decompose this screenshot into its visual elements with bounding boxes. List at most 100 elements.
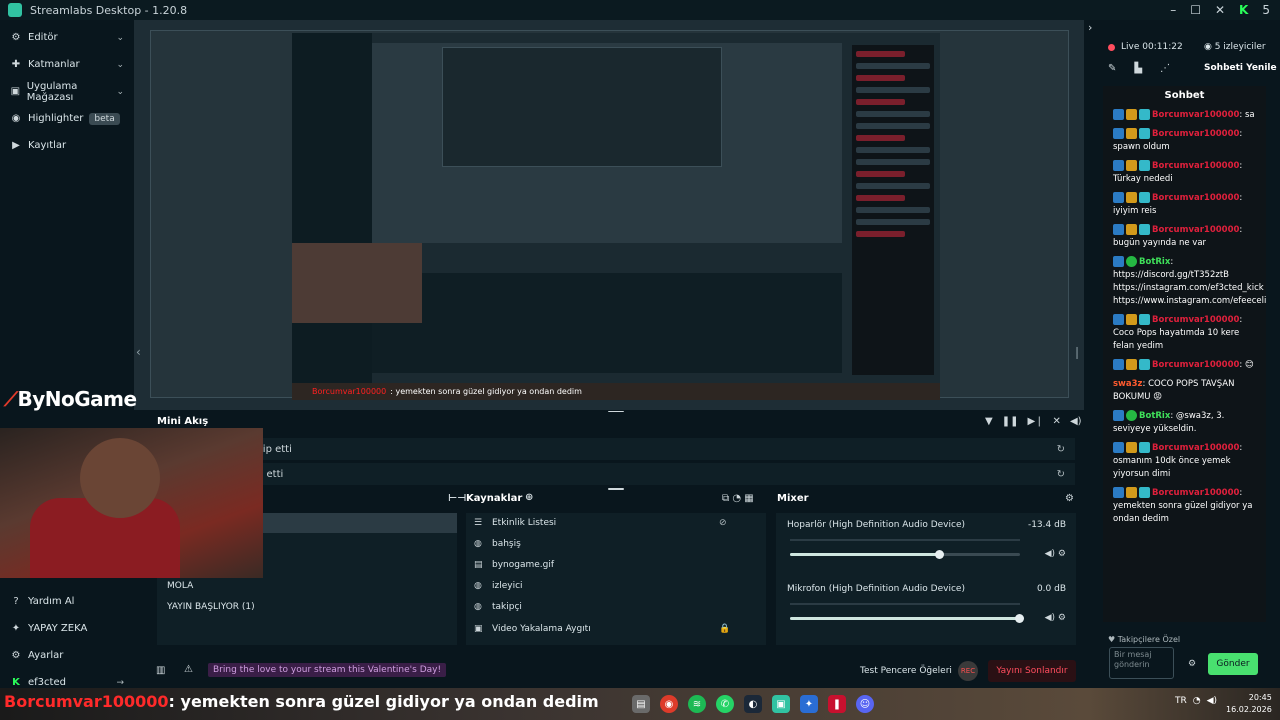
chat-username[interactable]: Borcumvar100000 xyxy=(1152,225,1239,235)
streamlabs-icon[interactable]: ▣ xyxy=(772,695,790,713)
chevron-down-icon[interactable]: ⌄ xyxy=(116,87,124,97)
source-item[interactable]: ▣ Video Yakalama Aygıtı 🔒 xyxy=(474,624,730,634)
chat-username[interactable]: BotRix xyxy=(1139,411,1170,421)
followers-only-label[interactable]: ♥ Takipçilere Özel xyxy=(1108,635,1180,644)
steam-icon[interactable]: ◐ xyxy=(744,695,762,713)
edit-icon[interactable]: ✎ xyxy=(1108,63,1116,74)
mute-speaker-icon[interactable]: ◀) ⚙ xyxy=(1045,549,1066,559)
source-item[interactable]: ◍ bahşiş xyxy=(474,539,521,549)
chat-username[interactable]: swa3z xyxy=(1113,379,1143,389)
chat-username[interactable]: Borcumvar100000 xyxy=(1152,488,1239,498)
collapse-left-icon[interactable]: ‹ xyxy=(136,345,141,359)
volume-icon[interactable]: ◀) xyxy=(1070,416,1082,427)
sidebar-item-app-store[interactable]: ▣ Uygulama Mağazası ⌄ xyxy=(0,78,134,105)
send-button[interactable]: Gönder xyxy=(1208,653,1258,675)
scene-transition-icon[interactable]: ⊢⊣ xyxy=(448,493,466,504)
replay-icon[interactable]: ↻ xyxy=(1057,444,1065,455)
nested-sidebar xyxy=(292,33,372,383)
sidebar-item-ai[interactable]: ✦ YAPAY ZEKA xyxy=(0,615,134,642)
chat-username[interactable]: Borcumvar100000 xyxy=(1152,161,1239,171)
sidebar-item-editor[interactable]: ⚙ Editör ⌄ xyxy=(0,24,134,51)
stats-icon[interactable]: ▥ xyxy=(156,665,165,676)
user-badges xyxy=(1113,160,1152,173)
whatsapp-icon[interactable]: ✆ xyxy=(716,695,734,713)
source-item[interactable]: ▤ bynogame.gif xyxy=(474,560,554,570)
refresh-chat-button[interactable]: Sohbeti Yenile xyxy=(1204,63,1277,73)
chrome-icon[interactable]: ◉ xyxy=(660,695,678,713)
media-icon[interactable]: ❚ xyxy=(828,695,846,713)
chat-colon: : xyxy=(1239,315,1243,325)
taskbar-clock[interactable]: 20:45 16.02.2026 xyxy=(1226,692,1272,716)
share-icon[interactable]: ⋰ xyxy=(1160,63,1170,74)
sidebar-item-recordings[interactable]: ▶ Kayıtlar xyxy=(0,132,134,159)
chat-column: Live 00:11:22 ◉ 5 izleyiciler ✎ ▙ ⋰ Sohb… xyxy=(1100,20,1280,688)
close-button[interactable]: ✕ xyxy=(1215,3,1225,17)
chat-username[interactable]: Borcumvar100000 xyxy=(1152,360,1239,370)
chat-username[interactable]: Borcumvar100000 xyxy=(1152,129,1239,139)
chat-text: Türkay nededi xyxy=(1113,174,1173,184)
files-icon[interactable]: ▤ xyxy=(632,695,650,713)
valentine-banner[interactable]: Bring the love to your stream this Valen… xyxy=(208,663,447,677)
sidebar-item-layers[interactable]: ✚ Katmanlar ⌄ xyxy=(0,51,134,78)
dashboard-icon[interactable]: ▙ xyxy=(1134,63,1142,74)
chevron-down-icon[interactable]: ⌄ xyxy=(116,60,124,70)
badge-icon xyxy=(1139,224,1150,235)
mixer-settings-icon[interactable]: ⚙ xyxy=(1065,493,1074,504)
end-stream-button[interactable]: Yayını Sonlandır xyxy=(988,660,1076,682)
chat-username[interactable]: Borcumvar100000 xyxy=(1152,315,1239,325)
source-item[interactable]: ◍ izleyici xyxy=(474,581,523,591)
source-item[interactable]: ☰ Etkinlik Listesi ⊘ xyxy=(474,518,727,528)
scene-item[interactable]: MOLA xyxy=(167,581,193,591)
collapse-chat-icon[interactable]: › xyxy=(1088,21,1092,34)
app-icon[interactable]: ✦ xyxy=(800,695,818,713)
user-badges xyxy=(1113,256,1139,269)
chat-username[interactable]: Borcumvar100000 xyxy=(1152,443,1239,453)
chat-input[interactable]: Bir mesaj gönderin xyxy=(1109,647,1174,679)
volume-slider-knob[interactable] xyxy=(1015,614,1024,623)
mute-mic-icon[interactable]: ◀) ⚙ xyxy=(1045,613,1066,623)
replay-icon[interactable]: ↻ xyxy=(1057,469,1065,480)
resize-handle[interactable] xyxy=(608,488,624,490)
sidebar-item-help[interactable]: ? Yardım Al xyxy=(0,588,134,615)
chat-username[interactable]: Borcumvar100000 xyxy=(1152,193,1239,203)
chat-text: spawn oldum xyxy=(1113,142,1170,152)
stream-ticker: Borcumvar100000: yemekten sonra güzel gi… xyxy=(4,692,599,711)
chat-username[interactable]: BotRix xyxy=(1139,257,1170,267)
collapse-right-icon[interactable]: ❘ xyxy=(1072,345,1082,359)
source-tools-icon[interactable]: ⧉ ◔ ▦ xyxy=(722,493,754,504)
scene-item[interactable]: YAYIN BAŞLIYOR (1) xyxy=(167,602,255,612)
speaker-icon[interactable]: ◀) xyxy=(1207,696,1217,706)
hidden-eye-icon[interactable]: ⊘ xyxy=(719,518,727,528)
volume-slider-knob[interactable] xyxy=(934,550,944,559)
badge-icon xyxy=(1139,442,1150,453)
logout-icon[interactable]: → xyxy=(116,678,124,688)
mute-alerts-icon[interactable]: ✕ xyxy=(1053,416,1061,427)
sidebar-item-settings[interactable]: ⚙ Ayarlar xyxy=(0,642,134,669)
badge-icon xyxy=(1139,109,1150,120)
add-source-icon[interactable]: ⊕ xyxy=(525,492,533,503)
network-icon[interactable]: ◔ xyxy=(1193,696,1201,706)
volume-slider[interactable] xyxy=(790,614,1024,623)
alert-icon[interactable]: ⚠ xyxy=(184,664,193,675)
spotify-icon[interactable]: ≋ xyxy=(688,695,706,713)
chevron-down-icon[interactable]: ⌄ xyxy=(116,33,124,43)
record-button[interactable]: REC xyxy=(958,661,978,681)
maximize-button[interactable]: ☐ xyxy=(1190,3,1201,17)
source-item[interactable]: ◍ takipçi xyxy=(474,602,522,612)
pause-icon[interactable]: ❚❚ xyxy=(1002,416,1019,427)
nested-panels xyxy=(372,273,842,373)
filter-icon[interactable]: ▼ xyxy=(985,416,993,427)
chat-settings-icon[interactable]: ⚙ xyxy=(1188,659,1196,669)
sidebar-item-highlighter[interactable]: ◉ Highlighter beta xyxy=(0,105,134,132)
lock-icon[interactable]: 🔒 xyxy=(719,624,730,634)
skip-icon[interactable]: ▶❘ xyxy=(1027,416,1043,427)
volume-slider[interactable] xyxy=(790,550,1020,559)
minimize-button[interactable]: – xyxy=(1170,3,1176,17)
source-label: Video Yakalama Aygıtı xyxy=(492,624,591,634)
test-widgets-button[interactable]: Test Pencere Öğeleri xyxy=(860,666,952,676)
stream-preview[interactable]: Borcumvar100000 : yemekten sonra güzel g… xyxy=(292,33,940,400)
camera-icon: ▣ xyxy=(474,624,483,634)
discord-icon[interactable]: ☺ xyxy=(856,695,874,713)
language-indicator[interactable]: TR xyxy=(1175,696,1187,706)
chat-username[interactable]: Borcumvar100000 xyxy=(1152,110,1239,120)
